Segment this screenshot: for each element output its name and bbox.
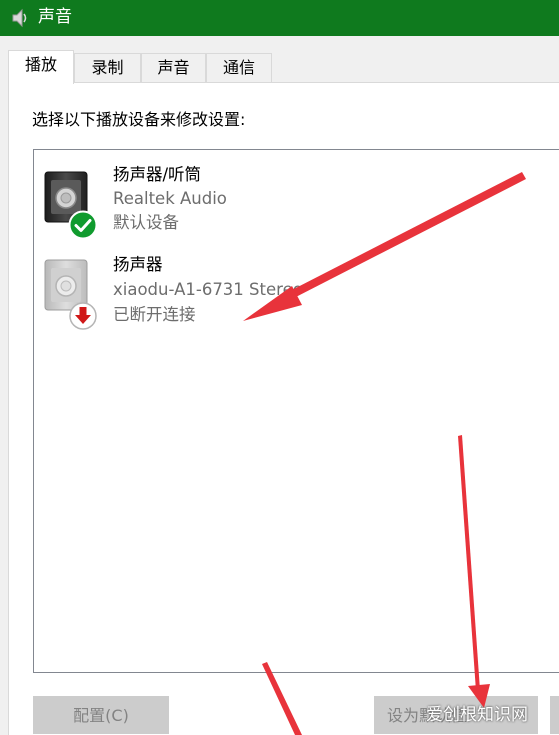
properties-button[interactable] [550, 696, 559, 734]
tab-label: 声音 [157, 58, 190, 77]
tab-communications[interactable]: 通信 [206, 53, 272, 83]
tab-recording[interactable]: 录制 [74, 53, 141, 83]
tab-sounds[interactable]: 声音 [141, 53, 206, 83]
tab-playback[interactable]: 播放 [8, 50, 74, 84]
configure-button[interactable]: 配置(C) [33, 696, 169, 734]
device-name: 扬声器/听筒 [113, 165, 202, 184]
configure-button-label: 配置(C) [73, 706, 129, 725]
device-driver: Realtek Audio [113, 189, 227, 208]
device-driver: xiaodu-A1-6731 Stereo [113, 280, 303, 299]
tab-label: 播放 [24, 55, 57, 74]
speaker-icon [12, 8, 27, 28]
instruction-label: 选择以下播放设备来修改设置: [32, 110, 246, 129]
device-status: 已断开连接 [113, 305, 196, 324]
device-name: 扬声器 [113, 255, 163, 274]
device-list[interactable] [33, 149, 559, 673]
tab-label: 通信 [222, 58, 255, 77]
window-title: 声音 [38, 7, 72, 27]
title-bar: 声音 [0, 0, 559, 36]
watermark-text: 爱创根知识网 [426, 705, 528, 725]
disconnected-badge-icon [69, 302, 97, 330]
tab-label: 录制 [91, 58, 124, 77]
device-status: 默认设备 [113, 213, 179, 232]
check-badge-icon [68, 210, 98, 240]
